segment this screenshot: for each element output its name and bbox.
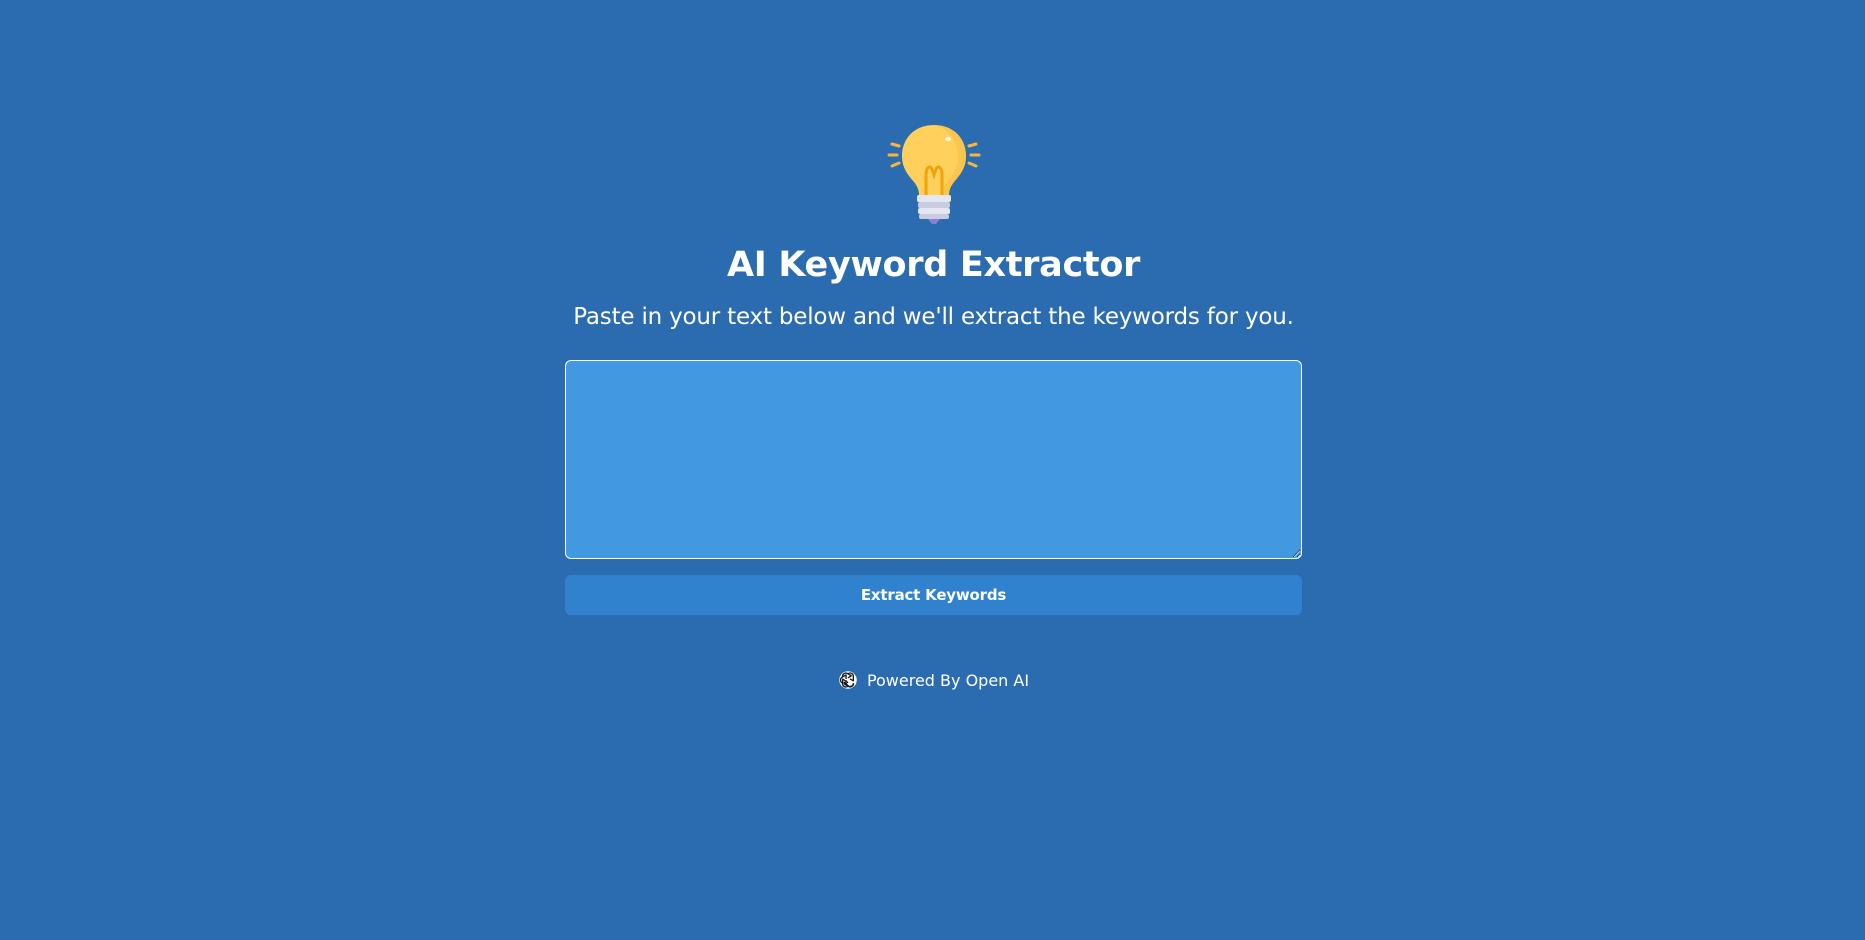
- lightbulb-icon: [887, 125, 980, 224]
- extract-keywords-button[interactable]: Extract Keywords: [565, 575, 1302, 615]
- main-content: AI Keyword Extractor Paste in your text …: [565, 123, 1302, 690]
- page-subtitle: Paste in your text below and we'll extra…: [573, 304, 1294, 330]
- powered-by-label: Powered By Open AI: [866, 670, 1030, 690]
- page-title: AI Keyword Extractor: [726, 245, 1141, 285]
- powered-by-footer: Powered By Open AI: [838, 670, 1029, 690]
- text-input[interactable]: [565, 360, 1302, 559]
- openai-icon: [839, 671, 857, 689]
- page: AI Keyword Extractor Paste in your text …: [0, 0, 1865, 940]
